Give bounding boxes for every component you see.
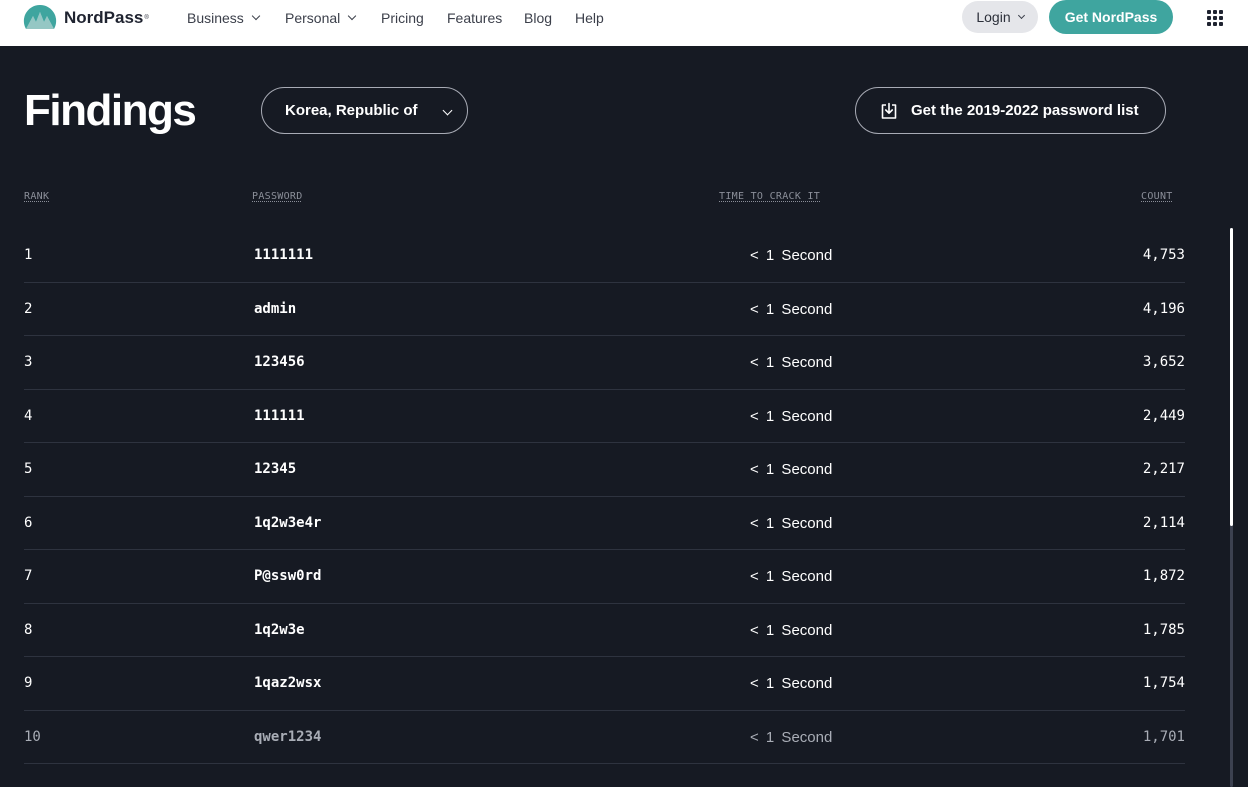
page-title: Findings bbox=[24, 86, 197, 135]
count-cell: 4,196 bbox=[1142, 300, 1185, 317]
time-cell: < 1 Second bbox=[750, 407, 833, 425]
password-table: 1 1111111 < 1 Second 4,753 2 admin < 1 S… bbox=[24, 229, 1185, 764]
password-cell: P@ssw0rd bbox=[254, 568, 322, 584]
nav-item-label: Pricing bbox=[381, 10, 424, 26]
count-cell: 1,701 bbox=[1142, 728, 1185, 745]
table-row: 8 1q2w3e < 1 Second 1,785 bbox=[24, 604, 1185, 657]
table-row: 2 admin < 1 Second 4,196 bbox=[24, 283, 1185, 336]
time-cell: < 1 Second bbox=[750, 728, 833, 746]
password-cell: 123456 bbox=[254, 354, 305, 370]
login-button[interactable]: Login bbox=[962, 1, 1038, 33]
table-row: 10 qwer1234 < 1 Second 1,701 bbox=[24, 711, 1185, 764]
count-cell: 3,652 bbox=[1142, 354, 1185, 370]
time-cell: < 1 Second bbox=[750, 568, 833, 585]
scrollbar-thumb[interactable] bbox=[1230, 228, 1233, 526]
download-icon bbox=[881, 102, 897, 119]
download-password-list-button[interactable]: Get the 2019-2022 password list bbox=[855, 87, 1166, 134]
count-cell: 2,449 bbox=[1142, 407, 1185, 424]
password-cell: admin bbox=[254, 300, 297, 317]
table-row: 7 P@ssw0rd < 1 Second 1,872 bbox=[24, 550, 1185, 604]
nav-item-label: Features bbox=[447, 10, 503, 26]
rank-cell: 8 bbox=[24, 621, 33, 638]
rank-cell: 10 bbox=[24, 728, 41, 745]
top-navigation: NordPass ® Business Personal Pricing Feat… bbox=[0, 0, 1248, 46]
rank-cell: 6 bbox=[24, 514, 33, 531]
grid-menu-icon[interactable] bbox=[1207, 10, 1223, 26]
password-cell: 1qaz2wsx bbox=[254, 675, 322, 691]
password-cell: 1q2w3e4r bbox=[254, 514, 322, 531]
table-row: 9 1qaz2wsx < 1 Second 1,754 bbox=[24, 657, 1185, 711]
login-label: Login bbox=[976, 9, 1011, 25]
count-cell: 1,754 bbox=[1142, 675, 1185, 691]
rank-cell: 9 bbox=[24, 675, 33, 691]
count-cell: 1,785 bbox=[1142, 621, 1185, 638]
time-cell: < 1 Second bbox=[750, 675, 833, 692]
column-header-rank[interactable]: RANK bbox=[24, 191, 49, 202]
table-row: 3 123456 < 1 Second 3,652 bbox=[24, 336, 1185, 390]
country-select[interactable]: Korea, Republic of bbox=[261, 87, 468, 134]
rank-cell: 4 bbox=[24, 407, 33, 424]
nav-item-label: Help bbox=[575, 10, 604, 26]
download-button-label: Get the 2019-2022 password list bbox=[911, 102, 1139, 119]
table-row: 1 1111111 < 1 Second 4,753 bbox=[24, 229, 1185, 283]
password-cell: 1111111 bbox=[254, 247, 314, 263]
nav-item-blog[interactable]: Blog bbox=[524, 8, 552, 28]
time-cell: < 1 Second bbox=[750, 247, 833, 264]
nordpass-logo[interactable]: NordPass ® bbox=[23, 3, 149, 33]
rank-cell: 5 bbox=[24, 461, 33, 477]
table-row: 4 111111 < 1 Second 2,449 bbox=[24, 390, 1185, 443]
password-cell: 12345 bbox=[254, 461, 297, 477]
rank-cell: 2 bbox=[24, 300, 33, 317]
password-cell: 1q2w3e bbox=[254, 621, 305, 638]
brand-name: NordPass bbox=[64, 8, 144, 27]
nav-item-label: Personal bbox=[285, 10, 341, 26]
brand-registered-mark: ® bbox=[144, 15, 149, 21]
count-cell: 1,872 bbox=[1142, 568, 1185, 584]
nav-item-label: Blog bbox=[524, 10, 553, 26]
column-header-password[interactable]: PASSWORD bbox=[252, 191, 303, 202]
password-cell: 111111 bbox=[254, 407, 305, 424]
nav-item-personal[interactable]: Personal bbox=[285, 8, 357, 28]
time-cell: < 1 Second bbox=[750, 514, 833, 532]
count-cell: 4,753 bbox=[1142, 247, 1185, 263]
time-cell: < 1 Second bbox=[750, 354, 833, 371]
count-cell: 2,217 bbox=[1142, 461, 1185, 477]
column-header-count[interactable]: COUNT bbox=[1141, 191, 1173, 202]
time-cell: < 1 Second bbox=[750, 461, 833, 478]
nav-item-pricing[interactable]: Pricing bbox=[381, 8, 424, 28]
chevron-down-icon bbox=[348, 11, 357, 21]
time-cell: < 1 Second bbox=[750, 300, 833, 318]
rank-cell: 7 bbox=[24, 568, 33, 584]
nordpass-mountain-icon bbox=[23, 4, 57, 30]
rank-cell: 3 bbox=[24, 354, 33, 370]
country-select-value: Korea, Republic of bbox=[285, 102, 418, 119]
column-header-time-to-crack[interactable]: TIME TO CRACK IT bbox=[719, 191, 820, 202]
password-cell: qwer1234 bbox=[254, 728, 322, 745]
table-row: 6 1q2w3e4r < 1 Second 2,114 bbox=[24, 497, 1185, 550]
nav-item-features[interactable]: Features bbox=[447, 8, 502, 28]
nav-item-label: Business bbox=[187, 10, 244, 26]
chevron-down-icon bbox=[1017, 11, 1025, 19]
rank-cell: 1 bbox=[24, 247, 33, 263]
chevron-down-icon bbox=[442, 105, 453, 116]
table-row: 5 12345 < 1 Second 2,217 bbox=[24, 443, 1185, 497]
nav-item-business[interactable]: Business bbox=[187, 8, 261, 28]
get-nordpass-button[interactable]: Get NordPass bbox=[1049, 0, 1173, 34]
count-cell: 2,114 bbox=[1142, 514, 1185, 531]
nav-item-help[interactable]: Help bbox=[575, 8, 604, 28]
time-cell: < 1 Second bbox=[750, 621, 833, 639]
chevron-down-icon bbox=[251, 11, 261, 21]
